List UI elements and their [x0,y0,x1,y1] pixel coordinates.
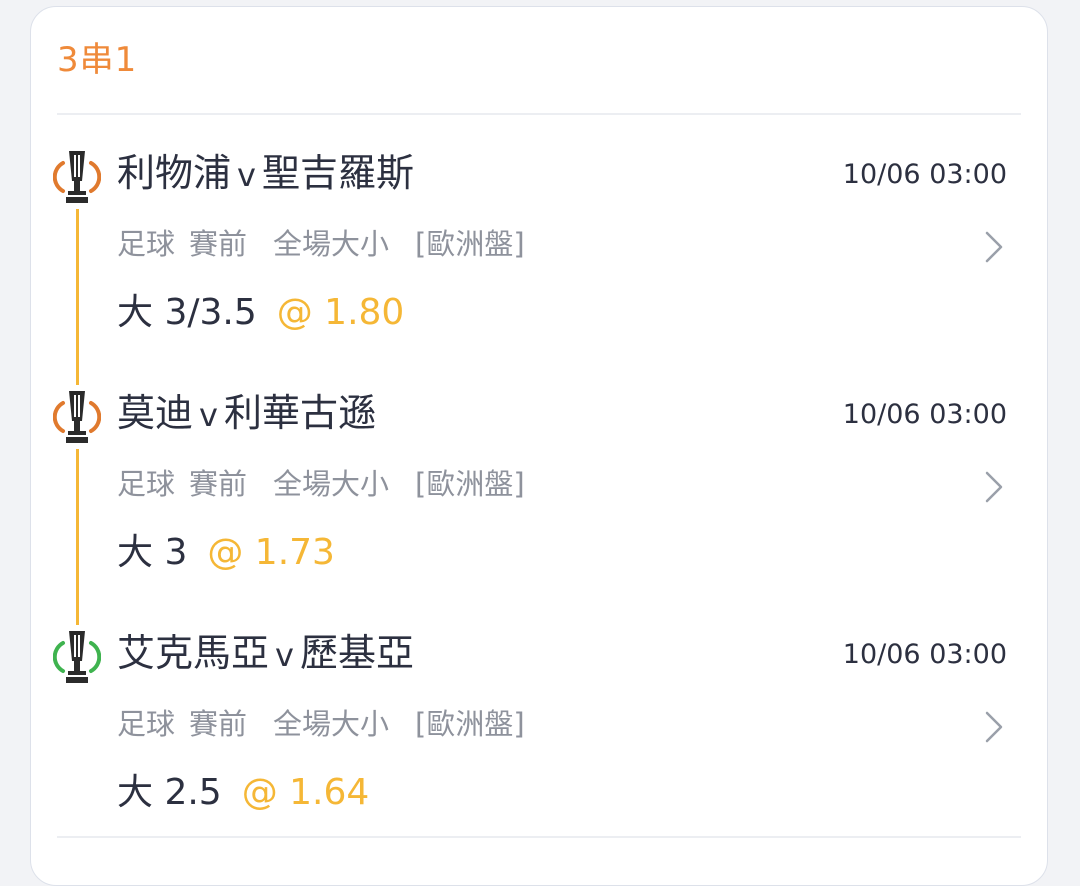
stage-label: 賽前 [189,467,248,501]
selection-label: 大 3/3.5 [117,292,257,333]
odds-format-label: [歐洲盤] [415,707,525,741]
trophy-icon [53,391,101,443]
market-label: 全場大小 [273,227,390,261]
title-divider [57,113,1021,115]
kickoff-time: 10/06 03:00 [842,639,1007,670]
match-teams: 莫迪 v 利華古遜 [117,391,376,437]
trophy-icon [53,631,101,683]
kickoff-time: 10/06 03:00 [842,399,1007,430]
away-team: 歷基亞 [299,631,414,675]
footer-divider [57,836,1021,838]
chevron-right-icon[interactable] [981,467,1007,507]
bet-leg-1[interactable]: 利物浦 v 聖吉羅斯 10/06 03:00 足球 賽前 全場大小 [歐洲盤] 大 3/3… [31,147,1047,357]
odds-format-label: [歐洲盤] [415,467,525,501]
selection: 大 2.5 @ 1.64 [117,771,369,814]
odds-value: @ 1.64 [241,772,370,813]
versus-separator: v [275,636,294,674]
match-teams: 艾克馬亞 v 歷基亞 [117,631,414,677]
stage-label: 賽前 [189,707,248,741]
away-team: 聖吉羅斯 [261,151,414,195]
sport-label: 足球 [117,707,176,741]
market-info: 足球 賽前 全場大小 [歐洲盤] [117,227,539,262]
home-team: 利物浦 [117,151,232,195]
odds-value: @ 1.73 [207,532,335,573]
bet-leg-3[interactable]: 艾克馬亞 v 歷基亞 10/06 03:00 足球 賽前 全場大小 [歐洲盤] 大 2.5… [31,627,1047,837]
bet-slip-card: 3串1 利物浦 v 聖吉羅斯 10/06 03:00 足球 賽前 全場大小 [歐洲盤] 大… [30,6,1048,886]
odds-value: @ 1.80 [276,292,405,333]
market-info: 足球 賽前 全場大小 [歐洲盤] [117,467,539,502]
sport-label: 足球 [117,467,176,501]
bet-leg-2[interactable]: 莫迪 v 利華古遜 10/06 03:00 足球 賽前 全場大小 [歐洲盤] 大 3 @ 1… [31,387,1047,597]
market-label: 全場大小 [273,467,390,501]
kickoff-time: 10/06 03:00 [842,159,1007,190]
away-team: 利華古遜 [223,391,376,435]
parlay-title: 3串1 [57,40,138,80]
selection-label: 大 3 [117,532,188,573]
chevron-right-icon[interactable] [981,227,1007,267]
trophy-icon [53,151,101,203]
home-team: 莫迪 [117,391,194,435]
odds-format-label: [歐洲盤] [415,227,525,261]
market-info: 足球 賽前 全場大小 [歐洲盤] [117,707,539,742]
selection-label: 大 2.5 [117,772,222,813]
versus-separator: v [237,156,256,194]
stage-label: 賽前 [189,227,248,261]
chevron-right-icon[interactable] [981,707,1007,747]
home-team: 艾克馬亞 [117,631,270,675]
selection: 大 3 @ 1.73 [117,531,335,574]
sport-label: 足球 [117,227,176,261]
match-teams: 利物浦 v 聖吉羅斯 [117,151,414,197]
market-label: 全場大小 [273,707,390,741]
selection: 大 3/3.5 @ 1.80 [117,291,404,334]
versus-separator: v [199,396,218,434]
